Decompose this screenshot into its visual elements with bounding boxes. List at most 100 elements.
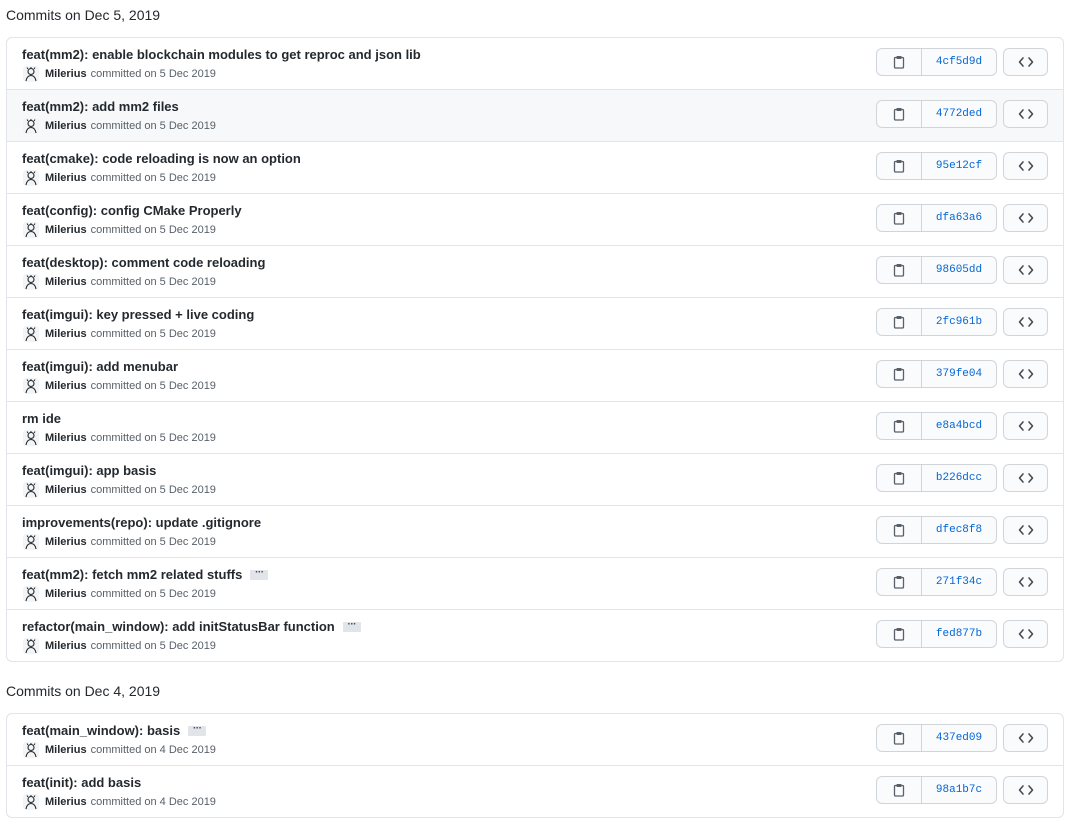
commit-sha-link[interactable]: 98605dd [922, 257, 996, 283]
commit-sha-link[interactable]: 98a1b7c [922, 777, 996, 803]
commit-message-link[interactable]: feat(mm2): add mm2 files [22, 99, 179, 114]
commit-date: committed on 5 Dec 2019 [90, 432, 216, 444]
commit-sha-link[interactable]: dfec8f8 [922, 517, 996, 543]
commit-sha-link[interactable]: 437ed09 [922, 725, 996, 751]
avatar-icon[interactable] [23, 430, 39, 446]
copy-sha-button[interactable] [877, 205, 922, 231]
browse-repo-button[interactable] [1003, 152, 1048, 180]
avatar-icon[interactable] [23, 534, 39, 550]
commit-sha-link[interactable]: 4cf5d9d [922, 49, 996, 75]
browse-repo-button[interactable] [1003, 464, 1048, 492]
browse-repo-button[interactable] [1003, 620, 1048, 648]
commit-meta: Milerius committed on 5 Dec 2019 [23, 638, 216, 654]
commit-date: committed on 5 Dec 2019 [90, 328, 216, 340]
commit-message-link[interactable]: feat(mm2): fetch mm2 related stuffs [22, 567, 242, 582]
commit-message-link[interactable]: feat(imgui): app basis [22, 463, 156, 478]
commit-message-link[interactable]: feat(imgui): add menubar [22, 359, 178, 374]
expand-description-button[interactable]: ··· [342, 619, 361, 632]
browse-repo-button[interactable] [1003, 412, 1048, 440]
author-link[interactable]: Milerius [45, 744, 87, 756]
author-link[interactable]: Milerius [45, 796, 87, 808]
copy-sha-button[interactable] [877, 309, 922, 335]
commit-sha-link[interactable]: 271f34c [922, 569, 996, 595]
commit-message-link[interactable]: refactor(main_window): add initStatusBar… [22, 619, 335, 634]
avatar-icon[interactable] [23, 378, 39, 394]
copy-sha-button[interactable] [877, 725, 922, 751]
avatar-icon[interactable] [23, 794, 39, 810]
avatar-icon[interactable] [23, 326, 39, 342]
commit-message-link[interactable]: feat(desktop): comment code reloading [22, 255, 265, 270]
clipboard-icon [893, 159, 905, 173]
author-link[interactable]: Milerius [45, 432, 87, 444]
commit-message-line: feat(imgui): add menubar [22, 359, 178, 374]
browse-repo-button[interactable] [1003, 48, 1048, 76]
author-link[interactable]: Milerius [45, 328, 87, 340]
author-link[interactable]: Milerius [45, 536, 87, 548]
browse-repo-button[interactable] [1003, 516, 1048, 544]
commit-message-line: feat(init): add basis [22, 775, 141, 790]
commit-sha-link[interactable]: e8a4bcd [922, 413, 996, 439]
browse-repo-button[interactable] [1003, 308, 1048, 336]
copy-sha-button[interactable] [877, 361, 922, 387]
author-link[interactable]: Milerius [45, 224, 87, 236]
copy-sha-button[interactable] [877, 465, 922, 491]
avatar-icon[interactable] [23, 586, 39, 602]
browse-repo-button[interactable] [1003, 204, 1048, 232]
commit-sha-link[interactable]: 2fc961b [922, 309, 996, 335]
browse-repo-button[interactable] [1003, 568, 1048, 596]
commit-message-link[interactable]: feat(mm2): enable blockchain modules to … [22, 47, 421, 62]
copy-sha-button[interactable] [877, 777, 922, 803]
commit-sha-link[interactable]: fed877b [922, 621, 996, 647]
copy-sha-button[interactable] [877, 49, 922, 75]
commit-message-link[interactable]: rm ide [22, 411, 61, 426]
commit-sha-link[interactable]: dfa63a6 [922, 205, 996, 231]
avatar-icon[interactable] [23, 222, 39, 238]
sha-button-group: b226dcc [876, 464, 997, 492]
code-icon [1018, 108, 1034, 120]
commit-sha-link[interactable]: 379fe04 [922, 361, 996, 387]
commit-sha-link[interactable]: 95e12cf [922, 153, 996, 179]
commit-message-link[interactable]: improvements(repo): update .gitignore [22, 515, 261, 530]
browse-repo-button[interactable] [1003, 256, 1048, 284]
commit-message-link[interactable]: feat(init): add basis [22, 775, 141, 790]
author-link[interactable]: Milerius [45, 276, 87, 288]
author-link[interactable]: Milerius [45, 588, 87, 600]
expand-description-button[interactable]: ··· [188, 723, 207, 736]
avatar-icon[interactable] [23, 274, 39, 290]
copy-sha-button[interactable] [877, 101, 922, 127]
avatar-icon[interactable] [23, 66, 39, 82]
author-link[interactable]: Milerius [45, 484, 87, 496]
browse-repo-button[interactable] [1003, 100, 1048, 128]
commit-message-link[interactable]: feat(imgui): key pressed + live coding [22, 307, 254, 322]
browse-repo-button[interactable] [1003, 776, 1048, 804]
copy-sha-button[interactable] [877, 621, 922, 647]
author-link[interactable]: Milerius [45, 68, 87, 80]
browse-repo-button[interactable] [1003, 724, 1048, 752]
author-link[interactable]: Milerius [45, 380, 87, 392]
copy-sha-button[interactable] [877, 517, 922, 543]
copy-sha-button[interactable] [877, 569, 922, 595]
commit-message-link[interactable]: feat(config): config CMake Properly [22, 203, 242, 218]
avatar-icon[interactable] [23, 118, 39, 134]
code-icon [1018, 160, 1034, 172]
author-link[interactable]: Milerius [45, 172, 87, 184]
author-link[interactable]: Milerius [45, 120, 87, 132]
copy-sha-button[interactable] [877, 257, 922, 283]
commit-row: feat(desktop): comment code reloading Mil… [7, 245, 1063, 297]
avatar-icon[interactable] [23, 170, 39, 186]
author-link[interactable]: Milerius [45, 640, 87, 652]
commit-sha-link[interactable]: b226dcc [922, 465, 996, 491]
copy-sha-button[interactable] [877, 153, 922, 179]
avatar-icon[interactable] [23, 638, 39, 654]
commit-sha-link[interactable]: 4772ded [922, 101, 996, 127]
clipboard-icon [893, 523, 905, 537]
commit-row: feat(cmake): code reloading is now an op… [7, 141, 1063, 193]
commit-message-link[interactable]: feat(cmake): code reloading is now an op… [22, 151, 301, 166]
browse-repo-button[interactable] [1003, 360, 1048, 388]
copy-sha-button[interactable] [877, 413, 922, 439]
commit-message-link[interactable]: feat(main_window): basis [22, 723, 180, 738]
commit-date: committed on 5 Dec 2019 [90, 172, 216, 184]
avatar-icon[interactable] [23, 482, 39, 498]
expand-description-button[interactable]: ··· [250, 567, 269, 580]
avatar-icon[interactable] [23, 742, 39, 758]
